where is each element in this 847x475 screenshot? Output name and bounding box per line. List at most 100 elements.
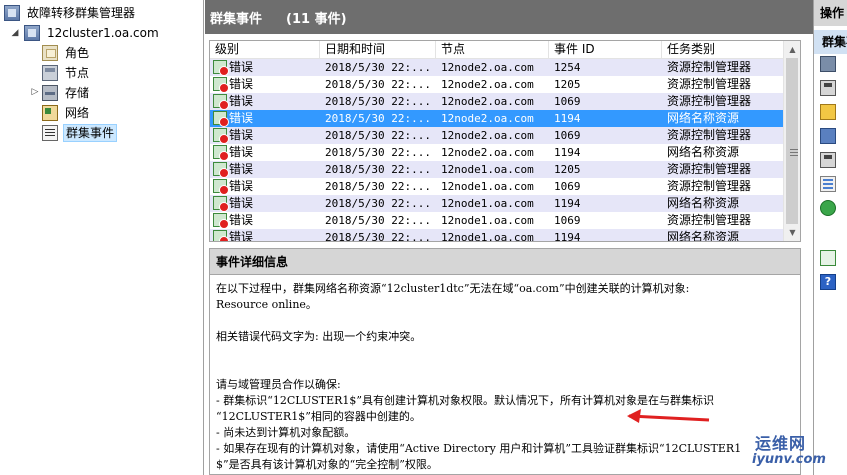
cell-datetime: 2018/5/30 22:...: [325, 145, 431, 159]
cell-task-category: 资源控制管理器: [667, 178, 752, 193]
cell-level: 错误: [210, 59, 320, 76]
refresh-icon[interactable]: [820, 200, 836, 216]
cell-event-id: 1069: [554, 213, 581, 227]
tree-item-label: 节点: [65, 66, 90, 80]
cell-node: 12node1.oa.com: [441, 196, 534, 210]
export-icon[interactable]: [820, 128, 836, 144]
event-refresh-icon[interactable]: [820, 250, 836, 266]
table-row[interactable]: 错误 2018/5/30 22:... 12node1.oa.com 1194 网络名称…: [210, 195, 784, 212]
cell-event-id: 1069: [554, 128, 581, 142]
cell-task-category: 资源控制管理器: [667, 212, 752, 227]
table-row[interactable]: 错误 2018/5/30 22:... 12node1.oa.com 1069 资源控制…: [210, 178, 784, 195]
cell-task-category: 资源控制管理器: [667, 76, 752, 91]
column-header-level[interactable]: 级别: [210, 41, 320, 59]
scroll-down-icon[interactable]: ▼: [784, 224, 800, 241]
details-line: - 如果存在现有的计算机对象，请使用“Active Directory 用户和计…: [216, 442, 742, 455]
cell-level: 错误: [210, 93, 320, 110]
cell-node: 12node1.oa.com: [441, 230, 534, 242]
cell-task-category: 网络名称资源: [667, 144, 740, 159]
tree-item-roles[interactable]: 角色: [42, 43, 91, 63]
cell-datetime: 2018/5/30 22:...: [325, 77, 431, 91]
cell-event-id: 1069: [554, 179, 581, 193]
center-header: 群集事件 (11 事件): [205, 0, 813, 34]
tree-item-cluster-events[interactable]: 群集事件: [42, 123, 118, 143]
save-events-icon[interactable]: [820, 152, 836, 168]
tree-item-label: 群集事件: [63, 124, 118, 142]
scroll-thumb[interactable]: [786, 58, 798, 224]
error-icon: [213, 213, 229, 229]
save-icon[interactable]: [820, 80, 836, 96]
tree-root[interactable]: 故障转移群集管理器: [4, 3, 137, 23]
table-row[interactable]: 错误 2018/5/30 22:... 12node2.oa.com 1205 资源控制…: [210, 76, 784, 93]
column-header-task-category[interactable]: 任务类别: [662, 41, 784, 59]
cell-datetime: 2018/5/30 22:...: [325, 162, 431, 176]
actions-header: 操作: [814, 0, 847, 26]
page-title: 群集事件: [210, 11, 263, 27]
actions-pane: 操作 群集事件 ?: [813, 0, 847, 475]
table-row[interactable]: 错误 2018/5/30 22:... 12node2.oa.com 1069 资源控制…: [210, 127, 784, 144]
cell-level: 错误: [210, 127, 320, 144]
open-folder-icon[interactable]: [820, 104, 836, 120]
error-icon: [213, 179, 229, 195]
tree-root-label: 故障转移群集管理器: [27, 6, 136, 20]
level-text: 错误: [229, 195, 254, 210]
table-row[interactable]: 错误 2018/5/30 22:... 12node1.oa.com 1194 网络名称…: [210, 229, 784, 242]
cell-level: 错误: [210, 195, 320, 212]
tree-item-nodes[interactable]: 节点: [42, 63, 91, 83]
cell-event-id: 1205: [554, 77, 581, 91]
cell-event-id: 1205: [554, 162, 581, 176]
details-view-icon[interactable]: [820, 176, 836, 192]
cluster-icon: [24, 25, 40, 41]
table-row[interactable]: 错误 2018/5/30 22:... 12node1.oa.com 1205 资源控制…: [210, 161, 784, 178]
cell-node: 12node2.oa.com: [441, 111, 534, 125]
column-header-event-id[interactable]: 事件 ID: [549, 41, 662, 59]
tree-item-label: 网络: [65, 106, 90, 120]
tree-cluster[interactable]: 12cluster1.oa.com: [24, 23, 161, 43]
cell-level: 错误: [210, 212, 320, 229]
network-icon: [42, 105, 58, 121]
watermark-logo: 运维网: [755, 434, 807, 453]
details-line: 在以下过程中，群集网络名称资源“12cluster1dtc”无法在域“oa.co…: [216, 282, 690, 295]
cell-node: 12node2.oa.com: [441, 77, 534, 91]
cell-level: 错误: [210, 229, 320, 241]
cell-node: 12node2.oa.com: [441, 94, 534, 108]
cell-datetime: 2018/5/30 22:...: [325, 128, 431, 142]
scroll-up-icon[interactable]: ▲: [784, 41, 800, 58]
table-row[interactable]: 错误 2018/5/30 22:... 12node2.oa.com 1194 网络名称…: [210, 144, 784, 161]
cell-datetime: 2018/5/30 22:...: [325, 60, 431, 74]
table-row[interactable]: 错误 2018/5/30 22:... 12node2.oa.com 1069 资源控制…: [210, 93, 784, 110]
grid-vertical-scrollbar[interactable]: ▲ ▼: [783, 41, 800, 241]
cell-event-id: 1194: [554, 111, 581, 125]
cell-datetime: 2018/5/30 22:...: [325, 196, 431, 210]
filter-events-icon[interactable]: [820, 56, 836, 72]
tree-item-label: 角色: [65, 46, 90, 60]
details-line: [216, 345, 791, 361]
level-text: 错误: [229, 161, 254, 176]
collapse-arrow-icon[interactable]: ◢: [10, 28, 20, 38]
expand-arrow-icon[interactable]: ▷: [30, 87, 40, 97]
cell-level: 错误: [210, 144, 320, 161]
cell-level: 错误: [210, 178, 320, 195]
center-pane: 群集事件 (11 事件) 级别 日期和时间 节点 事件 ID 任务类别 错误 20…: [205, 0, 813, 475]
cell-task-category: 网络名称资源: [667, 110, 740, 125]
table-row[interactable]: 错误 2018/5/30 22:... 12node2.oa.com 1254 资源控制…: [210, 59, 784, 76]
column-header-datetime[interactable]: 日期和时间: [320, 41, 436, 59]
cell-node: 12node1.oa.com: [441, 213, 534, 227]
error-icon: [213, 77, 229, 93]
actions-section-title[interactable]: 群集事件: [814, 30, 847, 54]
table-row[interactable]: 错误 2018/5/30 22:... 12node2.oa.com 1194 网络名称…: [210, 110, 784, 127]
nodes-icon: [42, 65, 58, 81]
column-header-node[interactable]: 节点: [436, 41, 549, 59]
error-icon: [213, 196, 229, 212]
cell-event-id: 1194: [554, 196, 581, 210]
help-icon[interactable]: ?: [820, 274, 836, 290]
cell-level: 错误: [210, 110, 320, 127]
tree-item-storage[interactable]: 存储: [42, 83, 91, 103]
table-row[interactable]: 错误 2018/5/30 22:... 12node1.oa.com 1069 资源控制…: [210, 212, 784, 229]
tree-item-networks[interactable]: 网络: [42, 103, 91, 123]
annotation-arrow-icon: [627, 409, 710, 423]
tree-item-label: 存储: [65, 86, 90, 100]
cell-event-id: 1254: [554, 60, 581, 74]
error-icon: [213, 230, 229, 241]
error-icon: [213, 111, 229, 127]
